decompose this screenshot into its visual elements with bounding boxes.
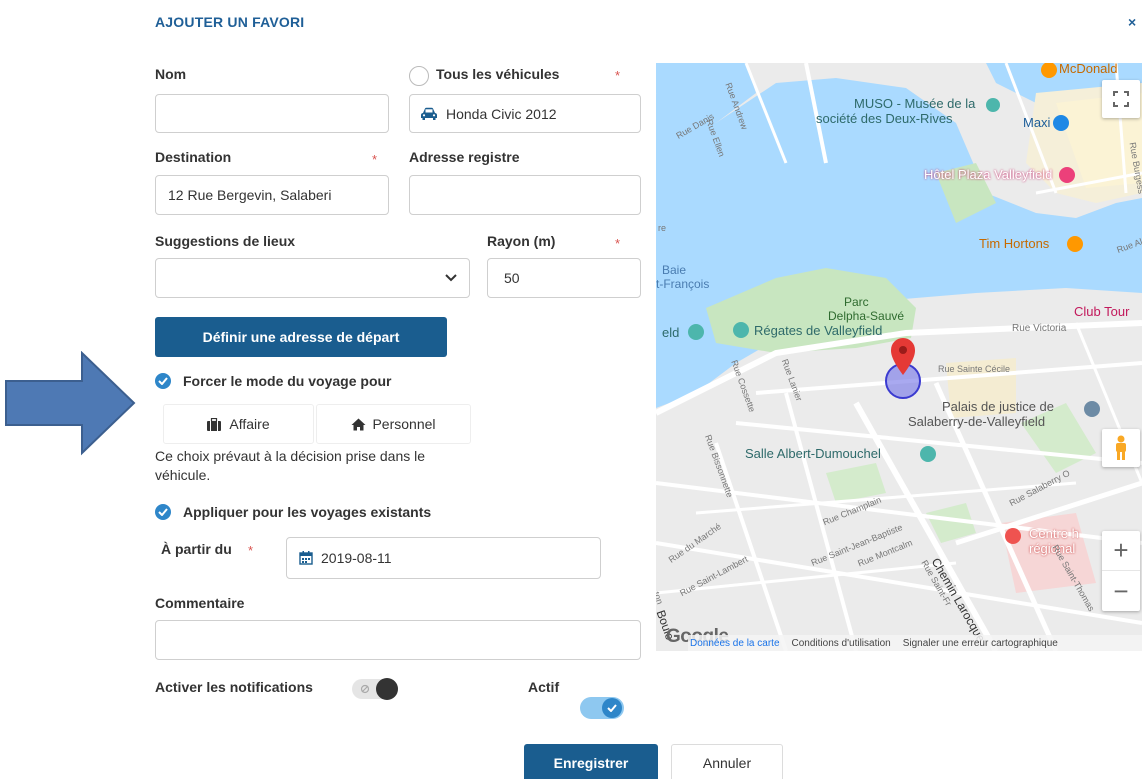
map-label-maxi: Maxi bbox=[1023, 115, 1051, 130]
map-label-palais: Palais de justice de bbox=[942, 399, 1055, 414]
fullscreen-icon bbox=[1113, 91, 1129, 107]
trip-mode-personal-button[interactable]: Personnel bbox=[316, 404, 471, 444]
vehicle-required-mark: * bbox=[615, 68, 621, 83]
register-address-input[interactable] bbox=[409, 175, 641, 215]
comment-input[interactable] bbox=[155, 620, 641, 660]
map-label-regates: Régates de Valleyfield bbox=[754, 323, 883, 338]
active-toggle[interactable] bbox=[580, 697, 624, 719]
calendar-icon bbox=[299, 551, 313, 565]
map-label-parc2: Delpha-Sauvé bbox=[828, 309, 905, 323]
override-note: Ce choix prévaut à la décision prise dan… bbox=[155, 448, 426, 483]
map-label-mcdonald: McDonald bbox=[1059, 63, 1118, 76]
destination-input[interactable]: 12 Rue Bergevin, Salaberi bbox=[155, 175, 389, 215]
map-data-link[interactable]: Données de la carte bbox=[690, 638, 780, 649]
from-date-input[interactable]: 2019-08-11 bbox=[286, 537, 601, 579]
active-label: Actif bbox=[528, 679, 560, 695]
name-label: Nom bbox=[155, 66, 187, 82]
map-label-club: Club Tour bbox=[1074, 304, 1130, 319]
map-label-parc: Parc bbox=[844, 295, 869, 309]
map-attribution-bar: Données de la carte Conditions d'utilisa… bbox=[688, 635, 1142, 651]
from-date-value: 2019-08-11 bbox=[321, 550, 392, 566]
map-label-hotel: Hôtel Plaza Valleyfield bbox=[924, 167, 1053, 182]
zoom-controls: + − bbox=[1102, 531, 1140, 611]
pegman-icon bbox=[1116, 435, 1126, 460]
map[interactable]: MUSO - Musée de la société des Deux-Rive… bbox=[656, 63, 1142, 651]
terms-link[interactable]: Conditions d'utilisation bbox=[792, 638, 891, 649]
map-label-palais2: Salaberry-de-Valleyfield bbox=[908, 414, 1046, 429]
trip-mode-personal-label: Personnel bbox=[372, 416, 436, 432]
report-error-link[interactable]: Signaler une erreur cartographique bbox=[903, 638, 1058, 649]
active-toggle-knob bbox=[602, 698, 622, 718]
map-label-centre: Centre h bbox=[1029, 526, 1079, 541]
fullscreen-button[interactable] bbox=[1102, 80, 1140, 118]
map-label-eld: eld bbox=[662, 325, 680, 340]
cancel-button[interactable]: Annuler bbox=[671, 744, 783, 779]
home-icon bbox=[351, 418, 366, 430]
map-street-sainte-cecile: Rue Sainte Cécile bbox=[938, 364, 1011, 374]
notifications-label: Activer les notifications bbox=[155, 679, 313, 695]
map-label-francois: t-François bbox=[656, 277, 710, 291]
checkmark-icon bbox=[158, 377, 168, 385]
dialog-title: AJOUTER UN FAVORI bbox=[155, 14, 305, 30]
all-vehicles-label: Tous les véhicules bbox=[436, 66, 560, 82]
map-label-salle: Salle Albert-Dumouchel bbox=[745, 446, 881, 461]
street-view-pegman[interactable] bbox=[1102, 429, 1140, 467]
radius-input[interactable]: 50 bbox=[487, 258, 641, 298]
all-vehicles-radio[interactable] bbox=[409, 66, 429, 86]
notifications-toggle[interactable] bbox=[352, 678, 398, 700]
vehicle-select[interactable]: Honda Civic 2012 bbox=[409, 94, 641, 133]
save-button[interactable]: Enregistrer bbox=[524, 744, 658, 779]
map-label-muso: MUSO - Musée de la bbox=[854, 96, 976, 111]
register-address-label: Adresse registre bbox=[409, 149, 520, 165]
destination-label: Destination bbox=[155, 149, 232, 165]
destination-required-mark: * bbox=[372, 152, 378, 167]
notifications-toggle-knob bbox=[376, 678, 398, 700]
set-start-address-button[interactable]: Définir une adresse de départ bbox=[155, 317, 447, 357]
close-icon[interactable]: × bbox=[1128, 14, 1136, 30]
from-date-required-mark: * bbox=[248, 543, 254, 558]
comment-label: Commentaire bbox=[155, 595, 245, 611]
place-suggestions-label: Suggestions de lieux bbox=[155, 233, 296, 249]
checkmark-icon bbox=[158, 508, 168, 516]
destination-value: 12 Rue Bergevin, Salaberi bbox=[168, 187, 332, 203]
radius-value: 50 bbox=[504, 270, 520, 286]
annotation-arrow bbox=[5, 351, 136, 456]
force-trip-mode-checkbox[interactable] bbox=[155, 373, 171, 389]
map-label-victoria: Rue Victoria bbox=[1012, 323, 1067, 334]
zoom-out-button[interactable]: − bbox=[1102, 571, 1140, 611]
map-label-muso2: société des Deux-Rives bbox=[816, 111, 953, 126]
radius-required-mark: * bbox=[615, 236, 621, 251]
force-trip-mode-label: Forcer le mode du voyage pour bbox=[183, 373, 392, 389]
name-input[interactable] bbox=[155, 94, 389, 133]
trip-mode-business-button[interactable]: Affaire bbox=[163, 404, 314, 444]
briefcase-icon bbox=[207, 417, 222, 431]
trip-mode-business-label: Affaire bbox=[229, 416, 270, 432]
map-label-baie: Baie bbox=[662, 263, 687, 277]
bell-off-icon bbox=[360, 684, 370, 694]
checkmark-icon bbox=[607, 704, 617, 712]
chevron-down-icon bbox=[445, 274, 457, 282]
from-date-label: À partir du bbox=[161, 541, 232, 557]
place-suggestions-select[interactable] bbox=[155, 258, 470, 298]
radius-label: Rayon (m) bbox=[487, 233, 556, 249]
apply-existing-label: Appliquer pour les voyages existants bbox=[183, 504, 432, 520]
apply-existing-checkbox[interactable] bbox=[155, 504, 171, 520]
map-label-tim: Tim Hortons bbox=[979, 236, 1050, 251]
map-street-re: re bbox=[658, 223, 667, 233]
zoom-in-button[interactable]: + bbox=[1102, 531, 1140, 571]
car-icon bbox=[421, 107, 437, 120]
vehicle-value: Honda Civic 2012 bbox=[446, 105, 557, 122]
